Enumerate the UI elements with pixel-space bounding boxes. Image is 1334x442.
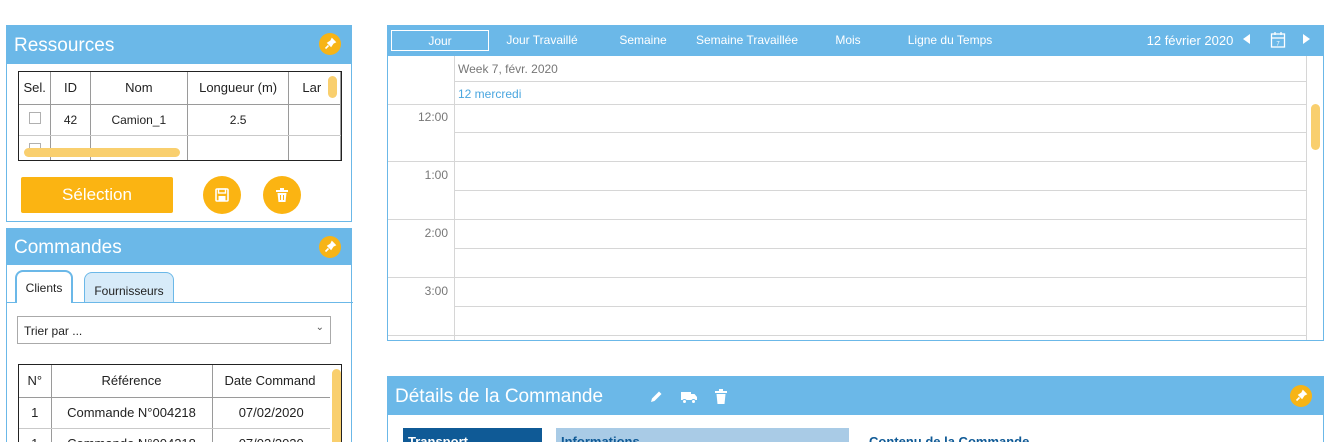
pin-icon[interactable]: [1290, 385, 1312, 407]
tab-clients[interactable]: Clients: [15, 270, 73, 303]
pencil-icon[interactable]: [648, 389, 664, 405]
resources-panel: Ressources Sel. ID Nom Longueur (m) Lar …: [6, 25, 352, 222]
row-name: Camion_1: [90, 104, 188, 136]
next-arrow-icon[interactable]: [1303, 34, 1310, 44]
table-row[interactable]: 1 Commande N°004218 07/02/2020: [19, 397, 330, 429]
trash-icon[interactable]: [713, 388, 729, 405]
order-date: 07/02/2020: [212, 397, 330, 429]
sort-dropdown[interactable]: Trier par ... ⌄: [17, 316, 331, 344]
time-label: 3:00: [424, 284, 448, 298]
information-section[interactable]: Informations: [556, 428, 849, 442]
week-label: Week 7, févr. 2020: [458, 62, 558, 76]
row-id: 42: [50, 104, 91, 136]
column-header-id[interactable]: ID: [50, 72, 91, 105]
tab-suppliers[interactable]: Fournisseurs: [84, 272, 174, 302]
orders-title: Commandes: [14, 237, 122, 258]
column-header-sel[interactable]: Sel.: [19, 72, 52, 105]
save-button[interactable]: [203, 176, 241, 214]
column-header-reference[interactable]: Référence: [51, 365, 213, 398]
scheduler-body: Week 7, févr. 2020 12 mercredi 12:00 1:0…: [387, 56, 1324, 341]
sort-placeholder: Trier par ...: [24, 324, 83, 338]
view-month-button[interactable]: Mois: [827, 30, 869, 51]
row-select-cell[interactable]: [19, 104, 52, 136]
resources-header: Ressources: [7, 26, 351, 64]
order-details-title: Détails de la Commande: [395, 386, 604, 407]
pin-icon[interactable]: [319, 236, 341, 258]
orders-panel: Commandes Clients Fournisseurs Trier par…: [6, 228, 353, 442]
view-timeline-button[interactable]: Ligne du Temps: [899, 30, 1001, 51]
orders-table: N° Référence Date Command 1 Commande N°0…: [19, 365, 330, 442]
resources-grid: Sel. ID Nom Longueur (m) Lar 42 Camion_1…: [18, 71, 342, 161]
delete-button[interactable]: [263, 176, 301, 214]
order-date: 07/02/2020: [212, 428, 330, 442]
time-label: 2:00: [424, 226, 448, 240]
resources-header-row: Sel. ID Nom Longueur (m) Lar: [19, 72, 341, 105]
column-header-num[interactable]: N°: [19, 365, 52, 398]
view-week-button[interactable]: Semaine: [614, 30, 672, 51]
view-workday-button[interactable]: Jour Travaillé: [498, 30, 586, 51]
resources-title: Ressources: [14, 35, 115, 56]
order-reference: Commande N°004218: [51, 397, 213, 429]
information-section-title: Informations: [561, 434, 640, 442]
table-row[interactable]: 1 Commande N°004218 07/02/2020: [19, 428, 330, 442]
time-label: 12:00: [417, 110, 448, 124]
orders-header-row: N° Référence Date Command: [19, 365, 330, 398]
pin-icon[interactable]: [319, 33, 341, 55]
order-content-section[interactable]: Contenu de la Commande: [863, 428, 1163, 442]
column-header-length[interactable]: Longueur (m): [187, 72, 290, 105]
previous-arrow-icon[interactable]: [1243, 34, 1250, 44]
transport-section-title: Transport: [408, 434, 468, 442]
day-slot-area[interactable]: [455, 105, 1306, 340]
orders-grid: N° Référence Date Command 1 Commande N°0…: [18, 364, 342, 442]
view-workweek-button[interactable]: Semaine Travaillée: [692, 30, 802, 51]
column-header-date[interactable]: Date Command: [212, 365, 330, 398]
chevron-down-icon: ⌄: [315, 322, 324, 333]
trash-icon: [276, 188, 288, 202]
order-content-section-title: Contenu de la Commande: [869, 434, 1030, 442]
row-checkbox[interactable]: [28, 112, 41, 124]
resources-vertical-scrollbar[interactable]: [328, 76, 337, 98]
order-reference: Commande N°004218: [51, 428, 213, 442]
truck-icon[interactable]: [680, 389, 698, 405]
floppy-disk-icon: [215, 188, 229, 202]
resources-horizontal-scrollbar[interactable]: [24, 148, 180, 157]
scheduler-vertical-scrollbar[interactable]: [1311, 104, 1320, 150]
row-width: [288, 104, 341, 136]
calendar-icon[interactable]: 7: [1270, 31, 1286, 49]
view-day-button[interactable]: Jour: [391, 30, 489, 51]
table-row[interactable]: 42 Camion_1 2.5: [19, 104, 341, 136]
order-details-header: Détails de la Commande: [388, 377, 1323, 415]
scheduler-toolbar: Jour Jour Travaillé Semaine Semaine Trav…: [387, 25, 1324, 56]
order-details-panel: Détails de la Commande Transport Informa…: [387, 376, 1324, 442]
time-label: 1:00: [424, 168, 448, 182]
orders-vertical-scrollbar[interactable]: [332, 369, 341, 442]
transport-section[interactable]: Transport: [403, 428, 542, 442]
orders-header: Commandes: [7, 229, 351, 265]
row-length: 2.5: [187, 104, 290, 136]
selection-button[interactable]: Sélection: [21, 177, 173, 213]
column-header-name[interactable]: Nom: [90, 72, 188, 105]
current-date-label: 12 février 2020: [1146, 33, 1234, 48]
day-header-label[interactable]: 12 mercredi: [458, 87, 521, 101]
order-num: 1: [19, 397, 52, 429]
order-num: 1: [19, 428, 52, 442]
